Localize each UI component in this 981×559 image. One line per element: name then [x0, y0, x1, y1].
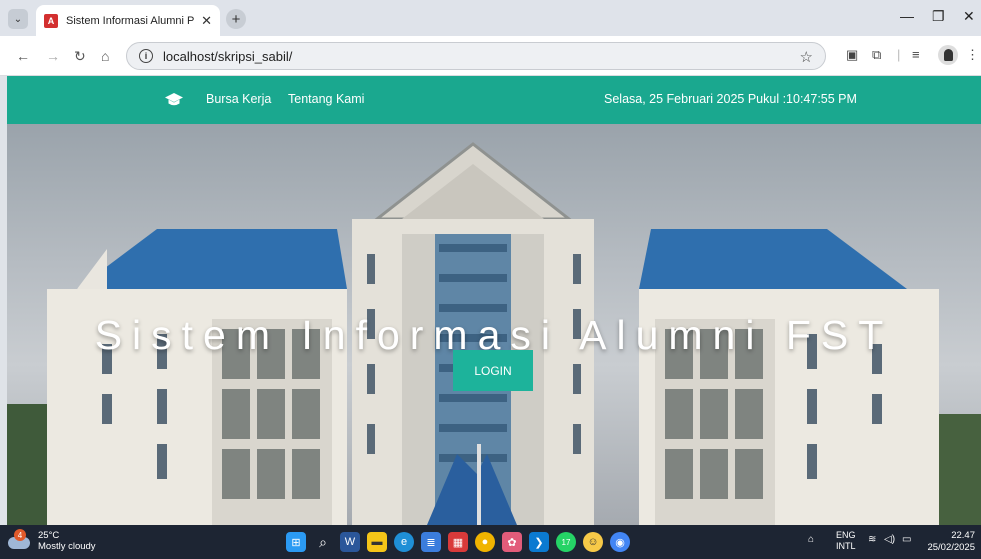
taskbar: 4 25°C Mostly cloudy ⊞ ⌕ W ▬ e ≣ ▦ ● ✿ ❯…: [0, 525, 981, 559]
cloudy-weather-icon: 4: [8, 529, 32, 551]
address-bar[interactable]: i localhost/skripsi_sabil/ ☆: [126, 42, 826, 70]
file-explorer-icon[interactable]: ▬: [367, 532, 387, 552]
login-button[interactable]: LOGIN: [453, 350, 533, 391]
nav-link-tentang-kami[interactable]: Tentang Kami: [288, 92, 364, 106]
new-tab-button[interactable]: +: [226, 9, 246, 29]
language-code: ENG: [836, 530, 856, 540]
bookmark-star-icon[interactable]: ☆: [800, 48, 813, 66]
vscode-icon[interactable]: ❯: [529, 532, 549, 552]
browser-tab[interactable]: A Sistem Informasi Alumni Prodi ✕: [36, 5, 220, 36]
volume-icon[interactable]: ◁): [884, 534, 895, 545]
chrome-profile-icon[interactable]: ◉: [610, 532, 630, 552]
search-icon[interactable]: ⌕: [313, 532, 333, 552]
windows-start-icon[interactable]: ⊞: [286, 532, 306, 552]
battery-icon[interactable]: ▭: [902, 534, 911, 545]
weather-description: Mostly cloudy: [38, 541, 96, 552]
menu-kebab-icon[interactable]: ⋮: [966, 47, 979, 63]
tab-search-icon[interactable]: ⌄: [8, 9, 28, 29]
web-page: Bursa Kerja Tentang Kami Selasa, 25 Febr…: [7, 76, 981, 525]
home-icon[interactable]: ⌂: [101, 48, 109, 64]
site-navbar: Bursa Kerja Tentang Kami Selasa, 25 Febr…: [7, 76, 981, 124]
graduation-cap-icon[interactable]: [165, 92, 183, 108]
forward-icon[interactable]: →: [46, 48, 60, 64]
edge-icon[interactable]: e: [394, 532, 414, 552]
clock[interactable]: 22.47 25/02/2025: [927, 530, 975, 554]
temperature: 25°C: [38, 530, 60, 541]
clock-date: 25/02/2025: [927, 542, 975, 553]
extension-icon[interactable]: ▣: [846, 47, 858, 63]
weather-badge: 4: [14, 529, 26, 541]
tab-title: Sistem Informasi Alumni Prodi: [66, 14, 195, 27]
favicon-icon: A: [44, 13, 58, 28]
keyboard-layout: INTL: [836, 541, 856, 551]
url-text: localhost/skripsi_sabil/: [163, 48, 293, 64]
app-icon[interactable]: ▦: [448, 532, 468, 552]
datetime-display: Selasa, 25 Februari 2025 Pukul :10:47:55…: [604, 92, 857, 106]
whatsapp-icon[interactable]: 17: [556, 532, 576, 552]
chrome-icon[interactable]: ●: [475, 532, 495, 552]
emoji-app-icon[interactable]: ☺: [583, 532, 603, 552]
reading-list-icon[interactable]: ≡: [912, 47, 920, 62]
weather-widget[interactable]: 4 25°C Mostly cloudy: [8, 529, 96, 552]
notepad-icon[interactable]: ≣: [421, 532, 441, 552]
tray-overflow-icon[interactable]: ⌂: [808, 534, 814, 545]
tab-strip: ⌄ A Sistem Informasi Alumni Prodi ✕ + — …: [0, 0, 981, 36]
extensions-puzzle-icon[interactable]: ⧉: [872, 47, 881, 63]
browser-toolbar: ← → ↻ ⌂ i localhost/skripsi_sabil/ ☆ ▣ ⧉…: [0, 36, 981, 76]
word-icon[interactable]: W: [340, 532, 360, 552]
hero-section: Sistem Informasi Alumni FST LOGIN: [7, 124, 981, 525]
profile-avatar[interactable]: [938, 45, 958, 65]
wifi-icon[interactable]: ≋: [868, 534, 876, 545]
restore-icon[interactable]: ❐: [932, 8, 945, 25]
site-info-icon[interactable]: i: [139, 49, 153, 63]
divider: |: [897, 47, 901, 62]
minimize-icon[interactable]: —: [900, 8, 914, 24]
reload-icon[interactable]: ↻: [74, 48, 86, 65]
back-icon[interactable]: ←: [16, 48, 30, 64]
language-indicator[interactable]: ENG INTL: [836, 530, 856, 552]
clock-time: 22.47: [951, 530, 975, 541]
close-icon[interactable]: ✕: [201, 13, 212, 29]
app2-icon[interactable]: ✿: [502, 532, 522, 552]
window-close-icon[interactable]: ✕: [963, 8, 975, 25]
nav-link-bursa-kerja[interactable]: Bursa Kerja: [206, 92, 271, 106]
